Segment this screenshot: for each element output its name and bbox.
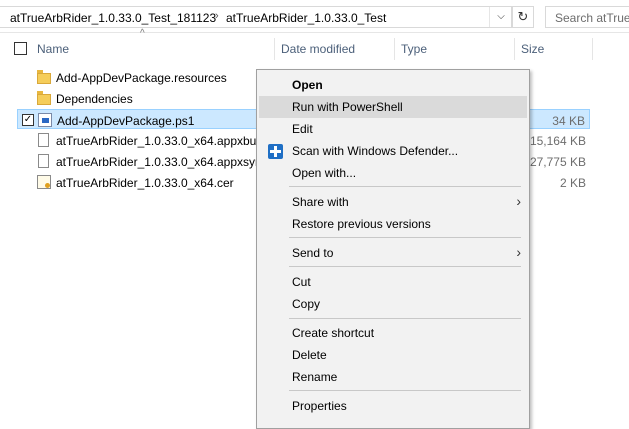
column-header-date[interactable]: Date modified bbox=[281, 42, 355, 56]
powershell-script-icon bbox=[38, 113, 52, 127]
column-divider[interactable] bbox=[592, 38, 593, 60]
menu-item-share-with[interactable]: Share with › bbox=[259, 191, 527, 213]
file-name: Add-AppDevPackage.resources bbox=[56, 71, 227, 85]
context-menu: Open Run with PowerShell Edit Scan with … bbox=[256, 69, 530, 429]
menu-separator bbox=[289, 186, 521, 187]
chevron-right-icon: › bbox=[516, 193, 521, 209]
menu-item-label: Open bbox=[292, 78, 323, 92]
sort-ascending-icon: ^ bbox=[140, 28, 145, 39]
menu-item-label: Copy bbox=[292, 297, 321, 311]
menu-item-label: Properties bbox=[292, 399, 347, 413]
file-size: 2 KB bbox=[559, 176, 586, 190]
address-bar: atTrueArbRider_1.0.33.0_Test_181123 › at… bbox=[0, 0, 629, 33]
column-header-name[interactable]: Name bbox=[37, 42, 69, 56]
search-input[interactable]: Search atTrueArb bbox=[545, 6, 629, 28]
column-header-size[interactable]: Size bbox=[521, 42, 544, 56]
column-divider[interactable] bbox=[274, 38, 275, 60]
file-size: 15,164 KB bbox=[529, 134, 586, 148]
menu-item-label: Restore previous versions bbox=[292, 217, 431, 231]
breadcrumb-separator-icon[interactable]: › bbox=[215, 10, 219, 22]
menu-item-label: Scan with Windows Defender... bbox=[292, 144, 459, 158]
menu-item-label: Share with bbox=[292, 195, 349, 209]
file-name: Add-AppDevPackage.ps1 bbox=[57, 114, 195, 128]
breadcrumb-item[interactable]: atTrueArbRider_1.0.33.0_Test_181123 bbox=[10, 11, 216, 25]
file-name: atTrueArbRider_1.0.33.0_x64.appxbund bbox=[56, 134, 270, 148]
menu-item-scan-defender[interactable]: Scan with Windows Defender... bbox=[259, 140, 527, 162]
menu-item-delete[interactable]: Delete bbox=[259, 344, 527, 366]
menu-item-label: Create shortcut bbox=[292, 326, 375, 340]
file-name: atTrueArbRider_1.0.33.0_x64.cer bbox=[56, 176, 234, 190]
menu-item-label: Edit bbox=[292, 122, 313, 136]
menu-item-run-with-powershell[interactable]: Run with PowerShell bbox=[259, 96, 527, 118]
refresh-icon: ↻ bbox=[517, 9, 529, 24]
select-all-checkbox[interactable] bbox=[14, 42, 27, 55]
menu-item-label: Open with... bbox=[292, 166, 357, 180]
file-icon bbox=[38, 133, 49, 147]
column-header-type[interactable]: Type bbox=[401, 42, 427, 56]
menu-item-rename[interactable]: Rename bbox=[259, 366, 527, 388]
chevron-right-icon: › bbox=[516, 244, 521, 260]
menu-separator bbox=[289, 318, 521, 319]
breadcrumb-item[interactable]: atTrueArbRider_1.0.33.0_Test bbox=[226, 11, 386, 25]
menu-item-open[interactable]: Open bbox=[259, 74, 527, 96]
menu-separator bbox=[289, 237, 521, 238]
menu-item-label: Rename bbox=[292, 370, 338, 384]
menu-item-label: Send to bbox=[292, 246, 334, 260]
menu-item-properties[interactable]: Properties bbox=[259, 395, 527, 417]
certificate-icon bbox=[37, 175, 51, 189]
file-icon bbox=[38, 154, 49, 168]
file-name: atTrueArbRider_1.0.33.0_x64.appxsym bbox=[56, 155, 266, 169]
row-checkbox[interactable]: ✓ bbox=[22, 114, 34, 126]
column-divider[interactable] bbox=[514, 38, 515, 60]
breadcrumb[interactable]: atTrueArbRider_1.0.33.0_Test_181123 › at… bbox=[0, 6, 512, 28]
menu-item-label: Cut bbox=[292, 275, 311, 289]
folder-icon bbox=[37, 91, 51, 105]
menu-item-cut[interactable]: Cut bbox=[259, 271, 527, 293]
menu-item-restore-previous-versions[interactable]: Restore previous versions bbox=[259, 213, 527, 235]
windows-defender-icon bbox=[268, 144, 283, 159]
menu-separator bbox=[289, 390, 521, 391]
menu-separator bbox=[289, 266, 521, 267]
menu-item-copy[interactable]: Copy bbox=[259, 293, 527, 315]
file-size: 27,775 KB bbox=[529, 155, 586, 169]
folder-icon bbox=[37, 70, 51, 84]
menu-item-open-with[interactable]: Open with... bbox=[259, 162, 527, 184]
column-divider[interactable] bbox=[394, 38, 395, 60]
file-name: Dependencies bbox=[56, 92, 133, 106]
menu-item-edit[interactable]: Edit bbox=[259, 118, 527, 140]
file-size: 34 KB bbox=[552, 114, 585, 128]
menu-item-create-shortcut[interactable]: Create shortcut bbox=[259, 322, 527, 344]
search-placeholder: Search atTrueArb bbox=[555, 11, 629, 25]
menu-item-send-to[interactable]: Send to › bbox=[259, 242, 527, 264]
refresh-button[interactable]: ↻ bbox=[512, 6, 534, 28]
menu-item-label: Run with PowerShell bbox=[292, 100, 403, 114]
chevron-down-icon[interactable]: ⌵ bbox=[489, 7, 512, 27]
menu-item-label: Delete bbox=[292, 348, 327, 362]
